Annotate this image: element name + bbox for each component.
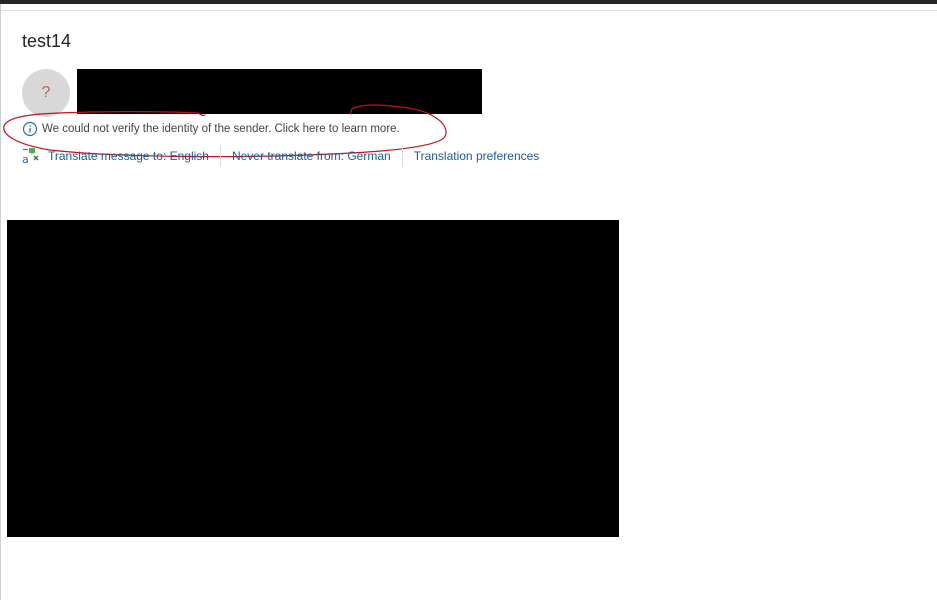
reading-pane-left-border	[0, 4, 1, 600]
link-separator	[401, 145, 403, 167]
avatar-placeholder-glyph: ?	[41, 84, 51, 101]
never-translate-link[interactable]: Never translate from: German	[232, 149, 391, 163]
message-subject: test14	[22, 31, 72, 51]
translate-message-link[interactable]: Translate message to: English	[48, 149, 209, 163]
header-divider	[1, 10, 937, 11]
message-body-redacted	[7, 220, 619, 537]
sender-verification-text: We could not verify the identity of the …	[42, 123, 400, 135]
info-circle-icon	[22, 121, 38, 137]
link-separator	[219, 145, 221, 167]
svg-text:a: a	[22, 153, 29, 165]
window-top-bar	[0, 0, 937, 4]
sender-avatar[interactable]: ?	[22, 69, 70, 117]
translation-preferences-link[interactable]: Translation preferences	[414, 149, 540, 163]
translate-icon: a	[22, 147, 40, 166]
translation-bar: a Translate message to: English Never tr…	[22, 145, 540, 167]
sender-verification-notice[interactable]: We could not verify the identity of the …	[22, 121, 400, 137]
sender-details-redacted	[77, 69, 482, 114]
